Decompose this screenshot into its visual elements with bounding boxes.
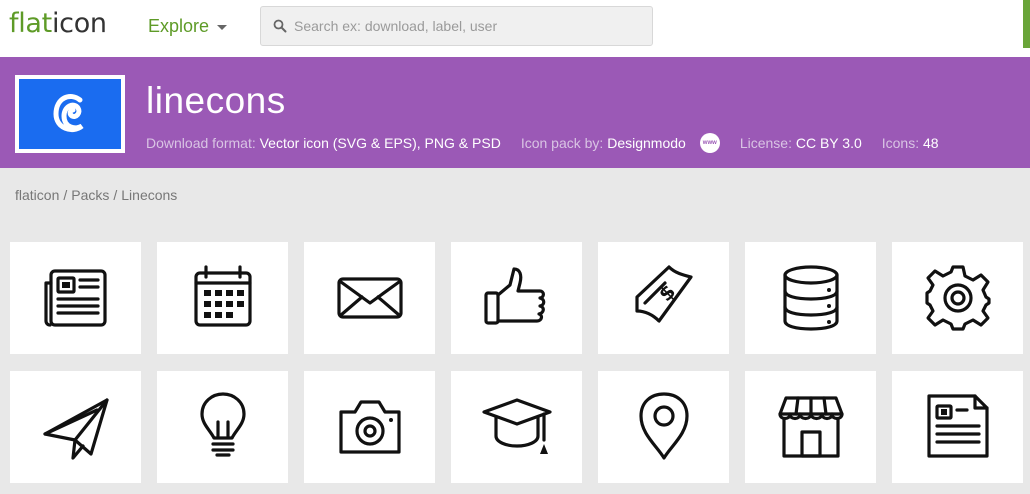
icon-tile-calendar[interactable] [157,242,288,354]
breadcrumb-packs[interactable]: Packs [71,187,109,203]
chevron-down-icon [217,25,228,30]
icon-tile-thumbs-up[interactable] [451,242,582,354]
document-icon [926,394,989,458]
icon-tile-newspaper[interactable] [10,242,141,354]
icon-tile-graduation-cap[interactable] [451,371,582,483]
breadcrumb-separator: / [113,187,118,203]
icons-count-value: 48 [923,135,939,151]
author-link[interactable]: Designmodo [607,135,686,151]
license-value[interactable]: CC BY 3.0 [796,135,862,151]
envelope-icon [336,277,403,319]
icon-tile-location-pin[interactable] [598,371,729,483]
accent-edge [1023,0,1030,48]
thumbs-up-icon [483,267,545,325]
breadcrumb-flaticon[interactable]: flaticon [15,187,59,203]
icon-row: $ [10,242,1030,354]
search-box[interactable] [260,6,653,46]
icon-tile-gear[interactable] [892,242,1023,354]
icon-tile-envelope[interactable] [304,242,435,354]
pack-meta: Download format: Vector icon (SVG & EPS)… [146,133,939,153]
icon-tile-database[interactable] [745,242,876,354]
pack-logo [15,75,125,153]
top-bar: flaticon Explore [0,0,1030,57]
icon-tile-store[interactable] [745,371,876,483]
search-icon [273,19,287,33]
store-icon [777,396,844,458]
pack-banner: linecons Download format: Vector icon (S… [0,57,1030,168]
flaticon-logo[interactable]: flaticon [9,6,107,42]
author-label: Icon pack by: [520,135,604,151]
svg-text:$: $ [653,279,680,306]
graduation-cap-icon [481,398,552,454]
money-bill-icon: $ [634,265,693,323]
icon-tile-money[interactable]: $ [598,242,729,354]
location-pin-icon [638,392,689,460]
icon-tile-lightbulb[interactable] [157,371,288,483]
format-value: Vector icon (SVG & EPS), PNG & PSD [259,135,501,151]
license-label: License: [739,135,792,151]
breadcrumb-separator: / [63,187,68,203]
camera-icon [338,400,401,454]
icons-count-label: Icons: [881,135,920,151]
newspaper-icon [43,269,107,327]
icon-tile-camera[interactable] [304,371,435,483]
calendar-icon [193,265,252,327]
explore-label: Explore [148,16,210,36]
icon-tile-document[interactable] [892,371,1023,483]
icon-tile-paper-plane[interactable] [10,371,141,483]
lightbulb-icon [199,392,246,457]
format-label: Download format: [146,135,256,151]
explore-menu-button[interactable]: Explore [148,16,228,37]
icon-row [10,371,1030,483]
paper-plane-icon [42,398,109,460]
search-input[interactable] [294,18,634,34]
database-icon [782,265,839,331]
breadcrumb: flaticon / Packs / Linecons [15,187,177,203]
pack-title: linecons [146,80,286,121]
website-icon[interactable]: www [699,133,720,153]
icon-grid: $ [10,242,1030,494]
breadcrumb-linecons[interactable]: Linecons [121,187,177,203]
gear-icon [924,265,991,331]
linecons-logo-icon [53,94,84,132]
